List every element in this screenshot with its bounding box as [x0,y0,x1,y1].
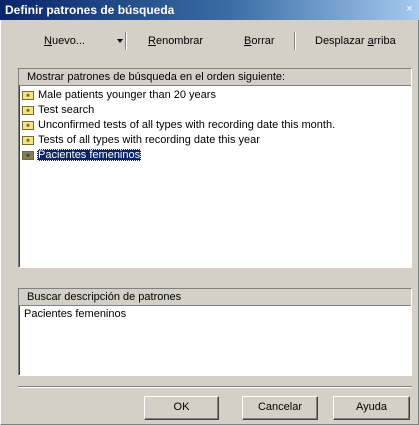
list-item[interactable]: Tests of all types with recording date t… [19,133,411,148]
pattern-description-panel: Buscar descripción de patrones Pacientes… [18,288,412,376]
new-dropdown-button[interactable] [113,33,123,49]
patterns-list-header: Mostrar patrones de búsqueda en el orden… [19,69,411,86]
pattern-icon [22,150,34,160]
pattern-icon [22,135,34,145]
toolbar-separator [294,32,296,50]
ok-button[interactable]: OK [144,396,219,420]
toolbar-separator [125,32,127,50]
pattern-icon [22,105,34,115]
new-button[interactable]: Nuevo... [44,33,85,49]
move-up-label-prefix: Desplazar [315,35,368,47]
delete-button-label: orrar [251,35,275,47]
list-item[interactable]: Pacientes femeninos [19,148,411,163]
search-patterns-list[interactable]: Mostrar patrones de búsqueda en el orden… [18,68,412,268]
rename-button-mnemonic: R [148,35,156,47]
list-item-label: Male patients younger than 20 years [38,89,216,101]
title-bar[interactable]: Definir patrones de búsqueda × [0,0,419,20]
rename-button-label: enombrar [155,35,204,47]
move-up-label-suffix: rriba [373,35,396,47]
help-button[interactable]: Ayuda [333,396,410,420]
list-item[interactable]: Test search [19,103,411,118]
description-text: Pacientes femeninos [24,308,127,320]
list-item-label: Unconfirmed tests of all types with reco… [38,119,336,131]
description-header: Buscar descripción de patrones [19,289,411,306]
list-item-label: Pacientes femeninos [37,149,142,161]
chevron-down-icon [117,39,123,44]
patterns-list-items: Male patients younger than 20 years Test … [19,88,411,163]
toolbar: Nuevo... Renombrar Borrar Desplazar arri… [18,30,412,52]
list-item-label: Tests of all types with recording date t… [38,134,260,146]
cancel-button[interactable]: Cancelar [242,396,318,420]
pattern-icon [22,120,34,130]
new-button-mnemonic: N [44,35,52,47]
button-divider [18,386,412,388]
window-title: Definir patrones de búsqueda [5,3,175,17]
delete-button[interactable]: Borrar [244,33,275,49]
list-item-label: Test search [38,104,95,116]
pattern-icon [22,90,34,100]
new-button-label: uevo... [51,35,85,47]
close-icon[interactable]: × [403,3,416,16]
rename-button[interactable]: Renombrar [148,33,203,49]
list-item[interactable]: Male patients younger than 20 years [19,88,411,103]
move-up-button[interactable]: Desplazar arriba [315,33,396,49]
list-item[interactable]: Unconfirmed tests of all types with reco… [19,118,411,133]
